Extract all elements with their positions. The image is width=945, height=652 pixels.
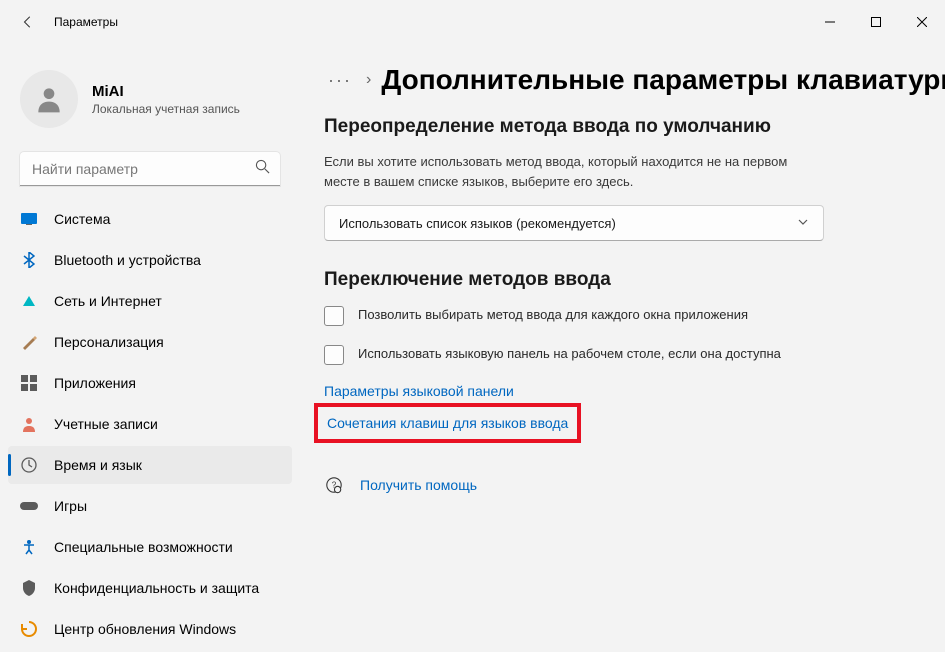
dropdown-value: Использовать список языков (рекомендуетс… xyxy=(339,216,616,231)
apps-icon xyxy=(20,374,38,392)
sidebar-item-label: Персонализация xyxy=(54,334,164,350)
personalization-icon xyxy=(20,333,38,351)
default-input-method-dropdown[interactable]: Использовать список языков (рекомендуетс… xyxy=(324,205,824,241)
sidebar-item-label: Приложения xyxy=(54,375,136,391)
sidebar-item-label: Время и язык xyxy=(54,457,142,473)
bluetooth-icon xyxy=(20,251,38,269)
section-heading-switching: Переключение методов ввода xyxy=(324,269,939,291)
sidebar-item-label: Центр обновления Windows xyxy=(54,621,236,637)
sidebar-item-bluetooth[interactable]: Bluetooth и устройства xyxy=(8,241,292,279)
sidebar-item-accounts[interactable]: Учетные записи xyxy=(8,405,292,443)
system-icon xyxy=(20,210,38,228)
sidebar-item-update[interactable]: Центр обновления Windows xyxy=(8,610,292,648)
user-profile[interactable]: MiAI Локальная учетная запись xyxy=(8,64,292,148)
sidebar-item-label: Специальные возможности xyxy=(54,539,233,555)
input-language-hotkeys-link[interactable]: Сочетания клавиш для языков ввода xyxy=(324,413,571,433)
checkbox-language-bar-label: Использовать языковую панель на рабочем … xyxy=(358,344,781,364)
svg-text:?: ? xyxy=(332,481,337,490)
network-icon xyxy=(20,292,38,310)
back-button[interactable] xyxy=(18,12,38,32)
sidebar-item-label: Сеть и Интернет xyxy=(54,293,162,309)
breadcrumb-more[interactable]: ··· xyxy=(324,70,356,91)
sidebar-item-network[interactable]: Сеть и Интернет xyxy=(8,282,292,320)
privacy-icon xyxy=(20,579,38,597)
sidebar-item-label: Игры xyxy=(54,498,87,514)
search-input[interactable] xyxy=(20,152,280,186)
sidebar-item-label: Конфиденциальность и защита xyxy=(54,580,259,596)
section-heading-override: Переопределение метода ввода по умолчани… xyxy=(324,116,939,138)
user-account-type: Локальная учетная запись xyxy=(92,102,240,116)
accounts-icon xyxy=(20,415,38,433)
accessibility-icon xyxy=(20,538,38,556)
update-icon xyxy=(20,620,38,638)
page-title: Дополнительные параметры клавиатуры xyxy=(381,64,945,96)
chevron-down-icon xyxy=(797,216,809,231)
checkbox-per-window-label: Позволить выбирать метод ввода для каждо… xyxy=(358,305,748,325)
section-desc-override: Если вы хотите использовать метод ввода,… xyxy=(324,152,804,191)
checkbox-per-window[interactable] xyxy=(324,306,344,326)
maximize-button[interactable] xyxy=(853,0,899,44)
sidebar-item-label: Учетные записи xyxy=(54,416,158,432)
sidebar-item-gaming[interactable]: Игры xyxy=(8,487,292,525)
sidebar-item-system[interactable]: Система xyxy=(8,200,292,238)
user-name: MiAI xyxy=(92,83,240,100)
sidebar-item-accessibility[interactable]: Специальные возможности xyxy=(8,528,292,566)
time-language-icon xyxy=(20,456,38,474)
checkbox-language-bar[interactable] xyxy=(324,345,344,365)
avatar xyxy=(20,70,78,128)
window-title: Параметры xyxy=(54,15,807,29)
gaming-icon xyxy=(20,497,38,515)
sidebar-item-label: Система xyxy=(54,211,110,227)
minimize-button[interactable] xyxy=(807,0,853,44)
get-help-link[interactable]: Получить помощь xyxy=(360,477,477,493)
language-bar-options-link[interactable]: Параметры языковой панели xyxy=(324,383,514,399)
sidebar-item-personalization[interactable]: Персонализация xyxy=(8,323,292,361)
chevron-right-icon: › xyxy=(366,71,371,89)
help-icon: ? xyxy=(324,475,344,495)
sidebar-item-time-language[interactable]: Время и язык xyxy=(8,446,292,484)
sidebar-item-privacy[interactable]: Конфиденциальность и защита xyxy=(8,569,292,607)
sidebar-item-apps[interactable]: Приложения xyxy=(8,364,292,402)
breadcrumb: ··· › Дополнительные параметры клавиатур… xyxy=(324,64,939,96)
search-icon xyxy=(255,159,270,179)
sidebar-item-label: Bluetooth и устройства xyxy=(54,252,201,268)
close-button[interactable] xyxy=(899,0,945,44)
